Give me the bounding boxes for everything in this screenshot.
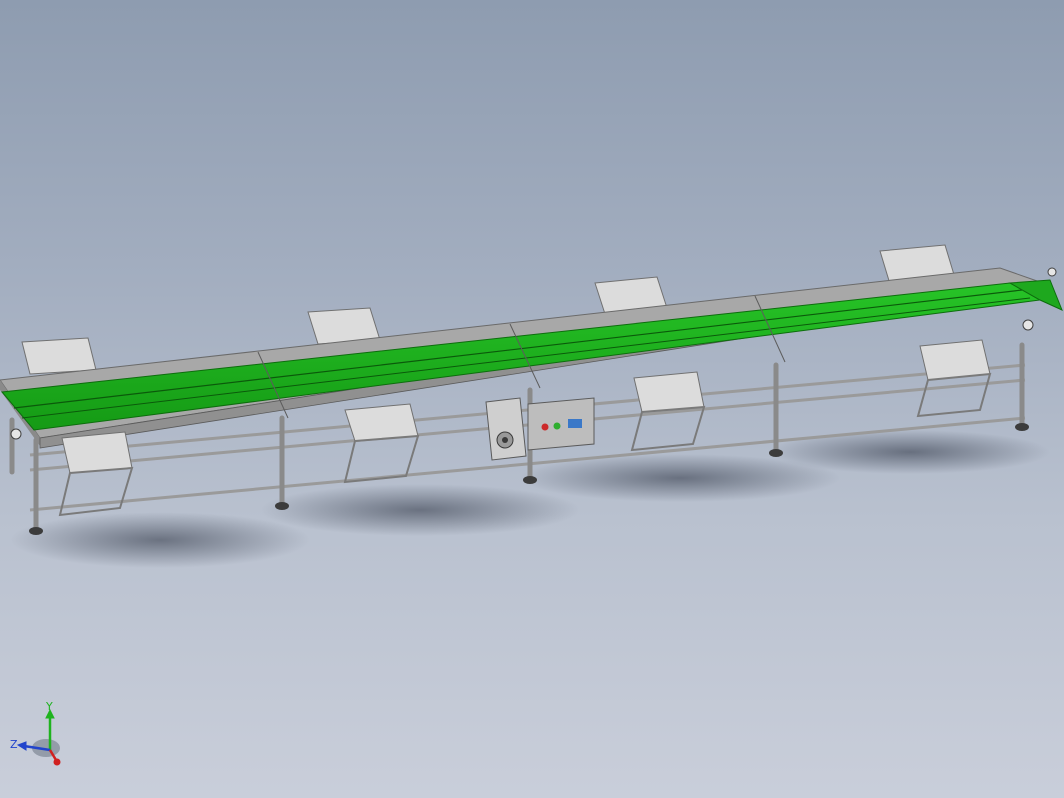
control-box: [527, 397, 595, 451]
triad-y-label: Y: [45, 702, 53, 713]
conveyor-model[interactable]: [0, 0, 1064, 798]
triad-z-label: Z: [10, 738, 18, 751]
graphics-viewport[interactable]: Y Z: [0, 0, 1064, 798]
coordinate-triad: Y Z: [10, 702, 61, 766]
drive-motor: [485, 397, 527, 461]
control-display: [568, 419, 582, 428]
indicator-light-green: [553, 422, 561, 430]
indicator-light-red: [541, 423, 549, 431]
